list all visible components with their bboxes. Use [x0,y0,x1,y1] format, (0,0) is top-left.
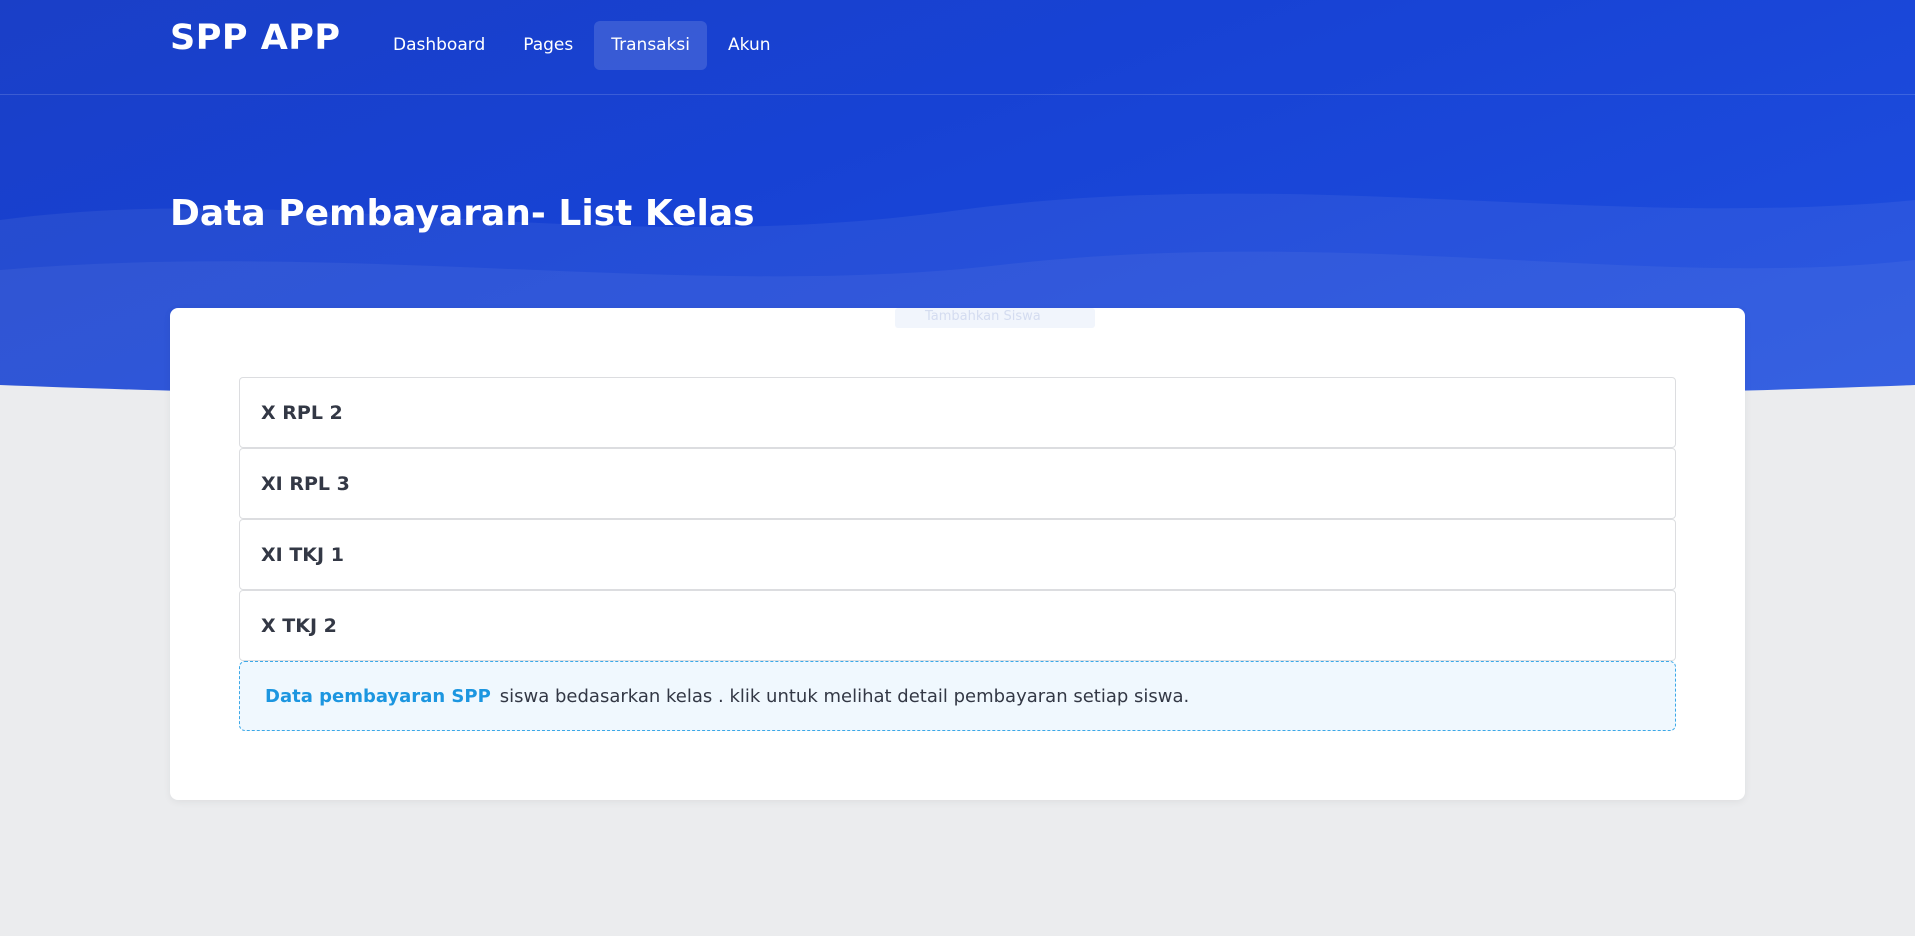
class-list: X RPL 2 XI RPL 3 XI TKJ 1 X TKJ 2 [239,377,1676,661]
info-text: siswa bedasarkan kelas . klik untuk meli… [499,685,1190,707]
top-navbar: SPP APP Dashboard Pages Transaksi Akun [0,0,1915,95]
class-item-xi-tkj-1[interactable]: XI TKJ 1 [239,519,1676,590]
ghost-badge: Tambahkan Siswa [895,308,1095,328]
info-highlight: Data pembayaran SPP [265,685,491,707]
nav-item-dashboard[interactable]: Dashboard [376,21,502,70]
nav-item-transaksi[interactable]: Transaksi [594,21,708,70]
main-nav: Dashboard Pages Transaksi Akun [376,21,788,70]
class-item-x-rpl-2[interactable]: X RPL 2 [239,377,1676,448]
nav-item-akun[interactable]: Akun [711,21,788,70]
class-item-x-tkj-2[interactable]: X TKJ 2 [239,590,1676,661]
brand-logo[interactable]: SPP APP [170,18,341,58]
class-list-card: Tambahkan Siswa X RPL 2 XI RPL 3 XI TKJ … [170,308,1745,800]
page-title: Data Pembayaran- List Kelas [170,193,755,234]
nav-item-pages[interactable]: Pages [506,21,590,70]
ghost-badge-label: Tambahkan Siswa [925,309,1041,324]
info-alert: Data pembayaran SPP siswa bedasarkan kel… [239,661,1676,731]
class-item-xi-rpl-3[interactable]: XI RPL 3 [239,448,1676,519]
